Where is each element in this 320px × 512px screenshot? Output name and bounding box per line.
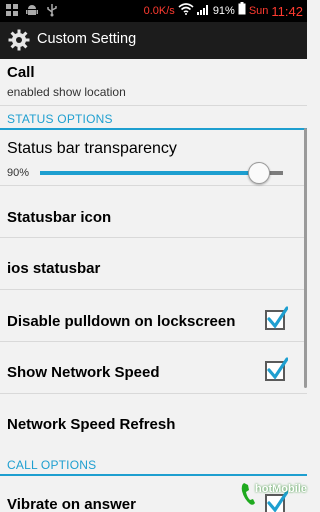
wifi-icon bbox=[178, 2, 194, 20]
network-speed: 0.0K/s bbox=[143, 5, 175, 17]
setting-statusbar-icon[interactable]: Statusbar icon bbox=[0, 186, 307, 238]
checkmark-icon bbox=[267, 357, 288, 380]
settings-list: Call enabled show location STATUS OPTION… bbox=[0, 59, 307, 512]
slider-value-label: 90% bbox=[7, 167, 30, 179]
setting-subtitle: enabled show location bbox=[7, 85, 126, 99]
clock: 11:42 bbox=[271, 3, 303, 19]
setting-title: Statusbar icon bbox=[7, 209, 112, 226]
setting-title: Network Speed Refresh bbox=[7, 416, 176, 433]
setting-title: Disable pulldown on lockscreen bbox=[7, 313, 236, 330]
setting-title: Call bbox=[7, 64, 35, 81]
checkmark-icon bbox=[267, 306, 288, 329]
setting-network-speed-refresh[interactable]: Network Speed Refresh bbox=[0, 394, 307, 446]
status-bar: 0.0K/s 91% Sun 11:42 bbox=[0, 0, 307, 22]
setting-call[interactable]: Call enabled show location bbox=[0, 59, 307, 106]
transparency-slider[interactable] bbox=[40, 171, 283, 175]
section-status-options: STATUS OPTIONS bbox=[0, 106, 307, 130]
watermark-text: hotMobile bbox=[255, 483, 307, 495]
setting-title: Status bar transparency bbox=[7, 140, 177, 157]
battery-icon bbox=[238, 2, 246, 20]
setting-status-bar-transparency[interactable]: Status bar transparency 90% bbox=[0, 130, 307, 186]
watermark-logo: hotMobile bbox=[240, 481, 307, 509]
setting-title: Vibrate on answer bbox=[7, 496, 136, 512]
setting-title: ios statusbar bbox=[7, 260, 101, 277]
grid-icon bbox=[5, 3, 19, 17]
slider-fill bbox=[40, 171, 259, 175]
setting-title: Show Network Speed bbox=[7, 364, 160, 381]
page-title: Custom Setting bbox=[37, 31, 137, 47]
setting-disable-pulldown[interactable]: Disable pulldown on lockscreen bbox=[0, 290, 307, 342]
action-bar: Custom Setting bbox=[0, 22, 307, 59]
android-icon bbox=[25, 3, 39, 17]
show-network-speed-checkbox[interactable] bbox=[265, 357, 288, 381]
setting-ios-statusbar[interactable]: ios statusbar bbox=[0, 238, 307, 290]
battery-percent: 91% bbox=[212, 5, 235, 17]
signal-icon bbox=[196, 2, 210, 20]
disable-pulldown-checkbox[interactable] bbox=[265, 306, 288, 330]
section-header: STATUS OPTIONS bbox=[7, 112, 113, 126]
scrollbar[interactable] bbox=[304, 128, 307, 388]
setting-show-network-speed[interactable]: Show Network Speed bbox=[0, 342, 307, 394]
gear-icon[interactable] bbox=[8, 29, 30, 51]
section-call-options: CALL OPTIONS bbox=[0, 454, 307, 476]
day-label: Sun bbox=[248, 5, 269, 17]
status-indicators: 0.0K/s 91% Sun 11:42 bbox=[144, 0, 303, 22]
usb-icon bbox=[45, 3, 59, 17]
section-header: CALL OPTIONS bbox=[7, 458, 97, 472]
slider-thumb[interactable] bbox=[247, 162, 270, 184]
notification-icons bbox=[5, 3, 59, 17]
